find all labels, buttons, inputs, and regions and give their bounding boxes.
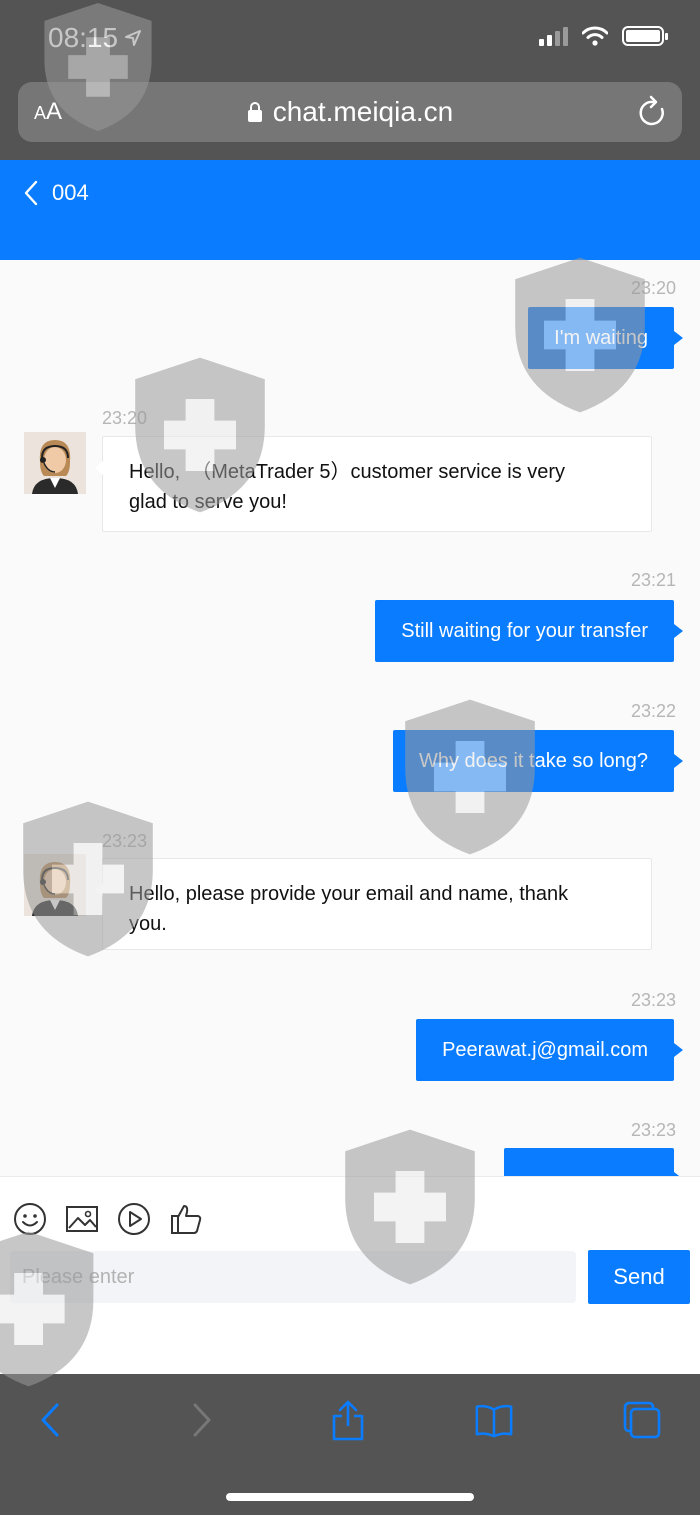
status-time-text: 08:15 [48,22,119,53]
chevron-left-icon [41,1403,59,1437]
chevron-right-icon [193,1403,211,1437]
incoming-message[interactable]: Hello, （MetaTrader 5）customer service is… [95,436,652,532]
message-timestamp: 23:22 [630,701,676,721]
agent-avatar [24,854,86,916]
message-input[interactable] [10,1251,576,1303]
agent-avatar [24,432,86,494]
browser-bottom-bar [0,1374,700,1515]
thumbs-up-icon[interactable] [168,1201,204,1237]
chat-header: 004 [0,160,700,260]
message-composer: Send [0,1176,700,1374]
message-list[interactable]: 23:20 I'm waiting 23:20 Hello, （MetaTrad… [0,260,700,1176]
incoming-message[interactable]: Hello, please provide your email and nam… [95,858,652,950]
status-time: 08:15 [48,22,142,54]
play-icon[interactable] [116,1201,152,1237]
message-timestamp: 23:23 [630,990,676,1010]
url-display[interactable]: chat.meiqia.cn [18,96,682,128]
share-button[interactable] [328,1398,368,1442]
address-bar[interactable]: AA chat.meiqia.cn [18,82,682,142]
bookmarks-button[interactable] [474,1398,514,1442]
message-line: Hello, please provide your email and nam… [129,883,569,905]
outgoing-message[interactable]: Peerawat.j@gmail.com [416,1019,683,1081]
share-icon [332,1400,364,1441]
message-line: you. [129,913,167,935]
home-indicator [226,1493,474,1501]
message-timestamp: 23:23 [630,1120,676,1140]
browser-forward-button[interactable] [182,1398,222,1442]
message-line: Hello, （MetaTrader 5）customer service is… [129,461,566,483]
outgoing-message[interactable] [504,1148,683,1176]
outgoing-message[interactable]: Still waiting for your transfer [375,600,683,662]
smiley-icon[interactable] [12,1201,48,1237]
back-button[interactable]: 004 [24,180,89,206]
status-indicators [539,26,668,46]
url-text: chat.meiqia.cn [272,96,454,127]
chat-title: 004 [52,180,89,205]
cellular-signal-icon [539,26,568,46]
battery-icon [622,26,668,46]
send-button[interactable]: Send [588,1250,690,1304]
message-timestamp: 23:21 [630,570,676,590]
location-arrow-icon [125,30,142,46]
image-icon[interactable] [64,1201,100,1237]
outgoing-message[interactable]: Why does it take so long? [392,730,684,792]
message-timestamp: 23:23 [102,831,148,851]
tabs-icon [623,1401,661,1439]
composer-toolbar [12,1201,204,1237]
tabs-button[interactable] [622,1398,662,1442]
wifi-icon [582,26,608,46]
chevron-left-icon [24,180,38,206]
book-icon [475,1404,513,1438]
message-timestamp: 23:20 [102,408,148,428]
reload-icon[interactable] [638,95,668,129]
browser-back-button[interactable] [30,1398,70,1442]
lock-icon [247,102,262,122]
browser-top-bar: 08:15 AA chat.meiqia.cn [0,0,700,160]
message-line: glad to serve you! [129,491,287,513]
message-timestamp: 23:20 [630,278,676,298]
outgoing-message[interactable]: I'm waiting [528,307,683,369]
